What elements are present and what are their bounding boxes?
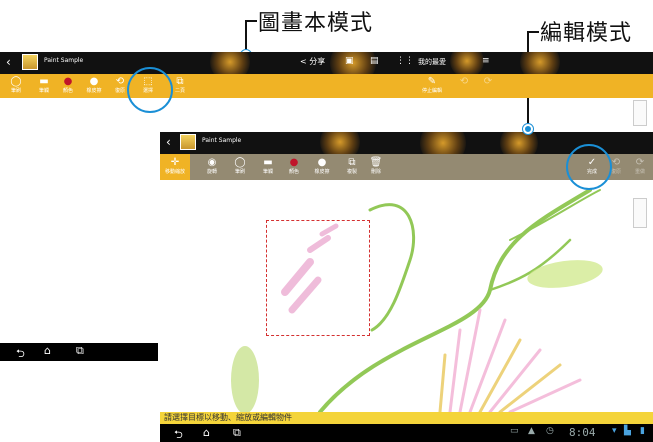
tool-label: 移動縮放	[164, 169, 185, 175]
redo-icon: ⟳	[483, 76, 493, 87]
drawing-canvas[interactable]	[160, 180, 653, 412]
back-nav-icon[interactable]: ⮌	[16, 345, 25, 364]
clock: 8:04	[569, 426, 596, 439]
brush-icon: ◯	[10, 76, 22, 87]
tool-delete[interactable]: 🗑 刪除	[364, 157, 388, 175]
undo-icon: ⟲	[459, 76, 469, 87]
highlight-circle-done	[566, 144, 612, 190]
back-arrow-icon[interactable]: ‹	[166, 135, 171, 149]
callout-edit-mode: 編輯模式	[540, 21, 633, 46]
leaf-right	[527, 260, 603, 288]
stroke-icon: ▬	[263, 157, 273, 168]
book-action-bar: ‹ Paint Sample < 分享 ▣ ▤ ⋮⋮ 我的最愛 ≡	[0, 52, 653, 74]
book-nav-bar: ⮌ ⌂ ⧉	[0, 343, 158, 361]
eraser-icon: ●	[89, 76, 99, 87]
recent-apps-icon[interactable]: ⧉	[233, 426, 241, 440]
selection-box[interactable]	[266, 220, 370, 336]
tool-label: 複製	[346, 169, 357, 175]
highlight-circle-select	[127, 67, 173, 113]
home-nav-icon[interactable]: ⌂	[203, 426, 210, 439]
warning-icon: ▲	[528, 426, 535, 436]
tool-copy[interactable]: ⧉ 複製	[340, 157, 364, 175]
tool-label: 復原	[114, 88, 125, 94]
status-message: 請選擇目標以移動、縮放或編輯物件	[160, 412, 653, 424]
tool-brush[interactable]: ◯ 筆刷	[228, 157, 252, 175]
tool-label: 橡皮擦	[314, 169, 330, 175]
color-icon: ●	[63, 76, 73, 87]
redo-icon: ⟳	[635, 157, 645, 168]
copy-icon: ⧉	[348, 157, 356, 168]
tool-rotate[interactable]: ◉ 旋轉	[200, 157, 224, 175]
stop-edit-button[interactable]: ✎ 停止編輯	[418, 76, 446, 94]
battery-icon: ▮	[640, 426, 645, 436]
tool-eraser[interactable]: ● 橡皮擦	[82, 76, 106, 94]
scrollbar[interactable]	[633, 100, 647, 126]
tool-color[interactable]: ● 顏色	[56, 76, 80, 94]
undo-label: 復原	[610, 169, 621, 175]
app-icon	[180, 134, 196, 150]
overflow-menu-icon[interactable]: ≡	[482, 56, 490, 66]
tool-color[interactable]: ● 顏色	[282, 157, 306, 175]
book-mode-screen: ‹ Paint Sample < 分享 ▣ ▤ ⋮⋮ 我的最愛 ≡ ◯ 筆刷 ▬ 筆…	[0, 52, 653, 112]
sync-icon: ◷	[546, 426, 554, 436]
page-copy-icon[interactable]: ▤	[370, 56, 379, 66]
app-title: Paint Sample	[44, 57, 84, 64]
scrollbar[interactable]	[633, 198, 647, 228]
tool-label: 筆刷	[234, 169, 245, 175]
signal-icon: ▙	[624, 426, 631, 436]
grid-icon[interactable]: ⋮⋮	[396, 56, 414, 66]
book-toolbar: ◯ 筆刷 ▬ 筆觸 ● 顏色 ● 橡皮擦 ⟲ 復原 ⬚ 選擇 ⧉ 二頁 ✎ 停止編輯 ⟲ ⟳	[0, 74, 653, 98]
rotate-icon: ◉	[207, 157, 217, 168]
system-nav-bar: ⮌ ⌂ ⧉ ▭ ▲ ◷ 8:04 ▾ ▙ ▮	[160, 424, 653, 442]
brush-icon: ◯	[234, 157, 246, 168]
edit-icon: ✎	[427, 76, 437, 87]
share-label: 分享	[309, 57, 326, 66]
callout-dot-edit	[523, 124, 533, 134]
eraser-icon: ●	[317, 157, 327, 168]
recent-apps-icon[interactable]: ⧉	[76, 344, 84, 358]
app-title: Paint Sample	[202, 137, 242, 144]
tool-label: 刪除	[370, 169, 381, 175]
tool-label: 二頁	[174, 88, 185, 94]
back-nav-icon[interactable]: ⮌	[174, 426, 183, 442]
wifi-icon: ▾	[612, 426, 617, 436]
stop-edit-label: 停止編輯	[421, 88, 442, 94]
flower-strokes	[438, 308, 582, 412]
painting	[231, 188, 603, 412]
callout-book-mode: 圖畫本模式	[258, 11, 374, 36]
tool-label: 顏色	[288, 169, 299, 175]
stroke-icon: ▬	[39, 76, 49, 87]
tool-label: 筆刷	[10, 88, 21, 94]
tool-label: 橡皮擦	[86, 88, 102, 94]
tool-label: 旋轉	[206, 169, 217, 175]
redo-label: 重做	[634, 169, 645, 175]
tool-move-scale[interactable]: ✛ 移動縮放	[163, 157, 187, 175]
tool-stroke[interactable]: ▬ 筆觸	[32, 76, 56, 94]
tool-brush[interactable]: ◯ 筆刷	[4, 76, 28, 94]
tool-label: 筆觸	[38, 88, 49, 94]
share-icon: <	[300, 57, 307, 66]
delete-icon: 🗑	[369, 157, 383, 168]
move-scale-icon: ✛	[170, 157, 180, 168]
share-button[interactable]: < 分享	[300, 56, 325, 67]
favorite-button[interactable]: 我的最愛	[418, 57, 446, 67]
tool-stroke[interactable]: ▬ 筆觸	[256, 157, 280, 175]
back-arrow-icon[interactable]: ‹	[6, 55, 11, 69]
home-nav-icon[interactable]: ⌂	[44, 344, 51, 357]
color-icon: ●	[289, 157, 299, 168]
redo-button-faded[interactable]: ⟳	[476, 76, 500, 87]
page-icon[interactable]: ▣	[345, 56, 354, 66]
tool-label: 顏色	[62, 88, 73, 94]
app-icon	[22, 54, 38, 70]
undo-button-faded[interactable]: ⟲	[452, 76, 476, 87]
tool-eraser[interactable]: ● 橡皮擦	[310, 157, 334, 175]
notification-icon: ▭	[510, 426, 519, 436]
leaf-left	[231, 346, 259, 412]
tool-label: 筆觸	[262, 169, 273, 175]
redo-button[interactable]: ⟳ 重做	[628, 157, 652, 175]
